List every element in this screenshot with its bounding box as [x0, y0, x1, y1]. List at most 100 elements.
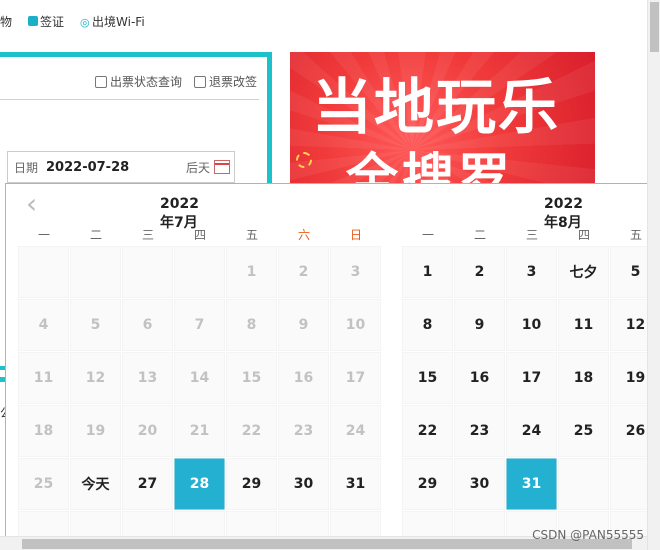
nav-item-shopping[interactable]: 物 [0, 13, 12, 30]
day-cell: 12 [70, 352, 122, 405]
day-cell[interactable]: 1 [402, 246, 454, 299]
watermark: CSDN @PAN55555 [532, 528, 644, 542]
day-cell: 22 [226, 405, 278, 458]
day-cell[interactable]: 9 [454, 299, 506, 352]
day-cell[interactable]: 22 [402, 405, 454, 458]
day-cell: 4 [18, 299, 70, 352]
day-cell: 9 [278, 299, 330, 352]
page: 物 签证 ◎ 出境Wi-Fi 出票状态查询 退票改签 日期 2022-07-28 [0, 0, 660, 550]
day-cell-today[interactable]: 今天 [70, 458, 122, 511]
nav-item-label: 出境Wi-Fi [92, 14, 145, 29]
day-cell: 17 [330, 352, 382, 405]
day-cell[interactable]: 11 [558, 299, 610, 352]
day-grid: 1 2 3 4 5 6 7 8 9 10 11 12 13 14 15 16 17 18 19 20 21 22 23 24 2… [18, 246, 382, 550]
vertical-scrollbar[interactable] [647, 0, 660, 550]
ticket-icon [94, 75, 107, 88]
day-cell[interactable]: 18 [558, 352, 610, 405]
day-cell[interactable]: 31 [330, 458, 382, 511]
date-field-label: 日期 [14, 160, 39, 175]
divider [0, 99, 259, 100]
weekday-header: 一 二 三 四 五 六 日 [402, 226, 660, 243]
weekday-label: 二 [89, 228, 102, 242]
day-cell[interactable]: 17 [506, 352, 558, 405]
weekday-label: 五 [245, 228, 258, 242]
ticket-status-link[interactable]: 出票状态查询 [94, 73, 182, 90]
day-cell[interactable]: 2 [454, 246, 506, 299]
weekday-label: 一 [421, 228, 434, 242]
date-field-hint: 后天 [185, 160, 210, 175]
day-grid: 123七夕56789101112131415161718192021222324… [402, 246, 660, 550]
day-cell: 24 [330, 405, 382, 458]
nav-item-wifi[interactable]: ◎ 出境Wi-Fi [80, 13, 145, 30]
weekday-label: 三 [141, 228, 154, 242]
refund-change-label: 退票改签 [208, 75, 257, 89]
day-cell[interactable]: 16 [454, 352, 506, 405]
day-cell: 3 [330, 246, 382, 299]
day-cell[interactable]: 30 [454, 458, 506, 511]
day-cell: 5 [70, 299, 122, 352]
day-cell-selected[interactable]: 31 [506, 458, 558, 511]
weekday-label: 一 [37, 228, 50, 242]
scrollbar-thumb[interactable] [650, 2, 659, 52]
day-cell: 25 [18, 458, 70, 511]
day-cell[interactable]: 30 [278, 458, 330, 511]
day-cell-empty [174, 246, 226, 299]
weekday-header: 一 二 三 四 五 六 日 [18, 226, 382, 243]
day-cell: 20 [122, 405, 174, 458]
date-picker-popup: ‹ 2022年7月 一 二 三 四 五 六 日 1 2 3 4 5 6 7 8 9 10 11 12 1… [5, 183, 660, 550]
weekday-label: 六 [297, 228, 310, 242]
nav-item-label: 物 [0, 14, 13, 29]
day-cell[interactable]: 15 [402, 352, 454, 405]
day-cell[interactable]: 27 [122, 458, 174, 511]
day-cell: 18 [18, 405, 70, 458]
weekday-label: 三 [525, 228, 538, 242]
wifi-icon: ◎ [80, 16, 90, 29]
nav-item-visa[interactable]: 签证 [28, 13, 64, 30]
day-cell: 6 [122, 299, 174, 352]
day-cell[interactable]: 8 [402, 299, 454, 352]
day-cell[interactable]: 10 [506, 299, 558, 352]
weekday-label: 四 [193, 228, 206, 242]
day-cell: 1 [226, 246, 278, 299]
ticket-status-label: 出票状态查询 [109, 75, 182, 89]
day-cell-empty [70, 246, 122, 299]
day-cell: 11 [18, 352, 70, 405]
day-cell: 8 [226, 299, 278, 352]
day-cell: 2 [278, 246, 330, 299]
banner-headline: 当地玩乐 [312, 73, 560, 143]
day-cell-empty [18, 246, 70, 299]
day-cell[interactable]: 3 [506, 246, 558, 299]
day-cell[interactable]: 23 [454, 405, 506, 458]
day-cell: 10 [330, 299, 382, 352]
calendar-icon[interactable] [214, 160, 230, 174]
chevron-left-icon[interactable]: ‹ [26, 190, 37, 218]
day-cell: 21 [174, 405, 226, 458]
day-cell[interactable]: 29 [402, 458, 454, 511]
day-cell[interactable]: 25 [558, 405, 610, 458]
date-field[interactable]: 日期 2022-07-28 后天 [7, 151, 235, 183]
day-cell[interactable]: 七夕 [558, 246, 610, 299]
day-cell: 19 [70, 405, 122, 458]
date-field-value: 2022-07-28 [46, 159, 130, 175]
day-cell: 7 [174, 299, 226, 352]
document-icon [193, 75, 206, 88]
day-cell: 13 [122, 352, 174, 405]
refund-change-link[interactable]: 退票改签 [193, 73, 257, 90]
sparkle-icon [296, 152, 312, 168]
day-cell-empty [558, 458, 610, 511]
weekday-label: 四 [577, 228, 590, 242]
day-cell: 15 [226, 352, 278, 405]
weekday-label: 二 [473, 228, 486, 242]
nav-item-label: 签证 [40, 14, 65, 29]
visa-icon [28, 16, 39, 26]
day-cell: 23 [278, 405, 330, 458]
day-cell-selected[interactable]: 28 [174, 458, 226, 511]
day-cell[interactable]: 29 [226, 458, 278, 511]
promo-banner[interactable]: 当地玩乐 全搜罗 [290, 52, 595, 192]
day-cell-empty [122, 246, 174, 299]
day-cell: 14 [174, 352, 226, 405]
weekday-label: 日 [349, 228, 362, 242]
panel-links: 出票状态查询 退票改签 [83, 73, 257, 90]
day-cell[interactable]: 24 [506, 405, 558, 458]
day-cell: 16 [278, 352, 330, 405]
